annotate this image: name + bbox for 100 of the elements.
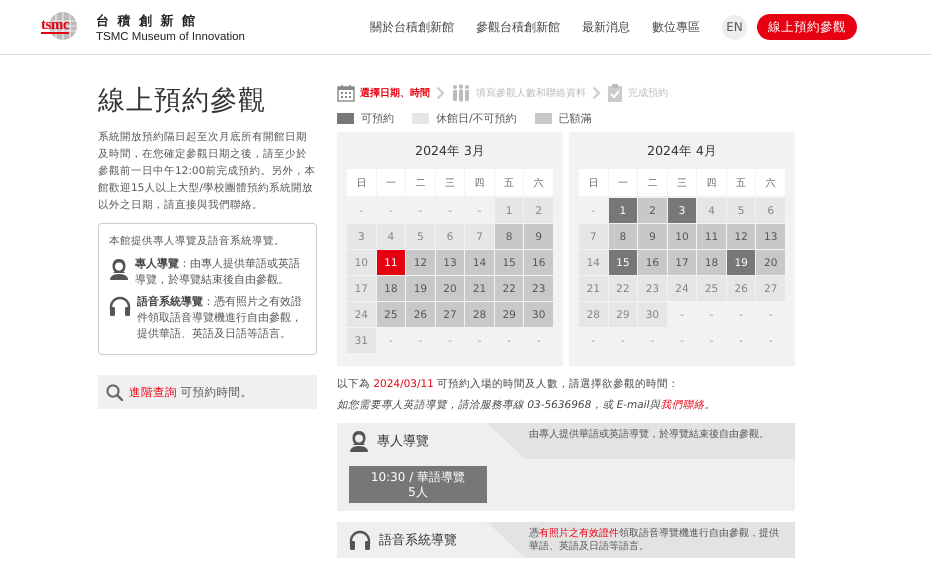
weekday-header: 二 [638, 169, 667, 196]
nav-link[interactable]: 數位專區 [652, 18, 700, 36]
legend-label: 可預約 [361, 111, 394, 126]
intro-paragraph: 系統開放預約隔日起至次月底所有開館日期及時間，在您確定參觀日期之後，請至少於參觀前一日中午12:00前完成預約。另外，本館歡迎15人以上大型/學校團體預約系統開放以外之日期，請直接與我們聯絡。 [98, 130, 316, 213]
calendar-day: 24 [668, 276, 696, 301]
calendar-day: 13 [756, 224, 785, 249]
clipboard-check-icon [607, 84, 623, 102]
calendar-day: 22 [608, 276, 638, 301]
booking-button[interactable]: 線上預約參觀 [757, 14, 857, 40]
calendar-day: 10 [347, 250, 376, 275]
tour-title: 專人導覽 [377, 433, 429, 450]
calendar-day: 21 [579, 276, 608, 301]
calendar-day[interactable]: 1 [608, 198, 638, 223]
calendar-day: 30 [524, 302, 553, 327]
nav-link[interactable]: 關於台積創新館 [370, 18, 454, 36]
calendar-day: 28 [465, 302, 494, 327]
calendar-icon [337, 84, 355, 102]
calendar-day: 4 [376, 224, 406, 249]
calendar-day: 9 [524, 224, 553, 249]
empty-day-dash: - [418, 334, 424, 348]
calendar-day: 14 [465, 250, 494, 275]
empty-day-dash: - [738, 334, 744, 348]
calendar-day: 20 [756, 250, 785, 275]
calendar-day: 16 [638, 250, 667, 275]
calendar-day: 18 [697, 250, 726, 275]
info-heading: 本館提供專人導覽及語音系統導覽。 [109, 234, 286, 249]
time-slot-button[interactable]: 10:30 / 華語導覽 5人 [349, 466, 487, 503]
museum-name-english: TSMC Museum of Innovation [96, 30, 245, 42]
empty-day-dash: - [768, 308, 774, 322]
calendar-day: 17 [668, 250, 696, 275]
advanced-search-link[interactable]: 進階查詢 [129, 384, 177, 398]
empty-day-dash: - [447, 334, 453, 348]
calendar-day: 11 [697, 224, 726, 249]
calendar-day: 28 [579, 302, 608, 327]
calendar-day: 17 [347, 276, 376, 301]
tour-description: 憑有照片之有效證件領取語音導覽機進行自由參觀，提供華語、英語及日語等語言。 [487, 522, 795, 558]
calendar-day: 26 [726, 276, 756, 301]
calendar-day: 8 [608, 224, 638, 249]
calendar-day: 4 [697, 198, 726, 223]
empty-day-dash: - [447, 204, 453, 218]
calendar-day: 9 [638, 224, 667, 249]
weekday-header: 五 [726, 169, 756, 196]
calendar-day[interactable]: 19 [726, 250, 756, 275]
empty-day-dash: - [679, 334, 685, 348]
empty-day-dash: - [388, 204, 394, 218]
weekday-header: 一 [608, 169, 638, 196]
person-icon [349, 430, 369, 452]
calendar-day[interactable]: 3 [668, 198, 696, 223]
calendar-day: 7 [465, 224, 494, 249]
weekday-header: 二 [406, 169, 435, 196]
empty-day-dash: - [590, 334, 596, 348]
language-button[interactable]: EN [722, 14, 747, 40]
empty-day-dash: - [650, 334, 656, 348]
calendar-day: 15 [494, 250, 524, 275]
step-label: 選擇日期、時間 [360, 86, 430, 100]
person-icon [109, 258, 129, 280]
legend-label: 已額滿 [558, 111, 592, 126]
month-title: 2024年 4月 [646, 142, 718, 160]
calendar-day: 25 [697, 276, 726, 301]
calendar-day: 7 [579, 224, 608, 249]
chevron-icon [436, 86, 445, 100]
empty-day-dash: - [620, 334, 626, 348]
headphones-icon [109, 296, 131, 316]
calendar-day: 31 [347, 328, 376, 353]
empty-day-dash: - [679, 308, 685, 322]
calendar-day: 21 [465, 276, 494, 301]
calendar-day: 29 [608, 302, 638, 327]
contact-note: 如您需要專人英語導覽，請洽服務專線 03-5636968，或 E-mail與我們聯絡。 [337, 398, 717, 412]
calendar-day: 5 [726, 198, 756, 223]
calendar-day[interactable]: 15 [608, 250, 638, 275]
nav-link[interactable]: 參觀台積創新館 [476, 18, 560, 36]
weekday-header: 日 [579, 169, 608, 196]
weekday-header: 三 [668, 169, 696, 196]
weekday-header: 一 [376, 169, 406, 196]
calendar-day: 2 [524, 198, 553, 223]
calendar-day: 14 [579, 250, 608, 275]
calendar-day: 23 [524, 276, 553, 301]
tour-description: 語音系統導覽：憑有照片之有效證件領取語音導覽機進行自由參觀，提供華語、英語及日語等語言。 [137, 294, 303, 342]
weekday-header: 六 [524, 169, 553, 196]
calendar-day: 6 [756, 198, 785, 223]
calendar-day: 12 [406, 250, 435, 275]
chevron-icon [592, 86, 601, 100]
calendar-day: 8 [494, 224, 524, 249]
nav-link[interactable]: 最新消息 [582, 18, 630, 36]
calendar-day: 12 [726, 224, 756, 249]
empty-day-dash: - [476, 334, 482, 348]
empty-day-dash: - [768, 334, 774, 348]
calendar-day[interactable]: 11 [376, 250, 406, 275]
tour-title: 語音系統導覽 [379, 532, 457, 549]
calendar-day: 10 [668, 224, 696, 249]
legend-label: 休館日/不可預約 [436, 111, 517, 126]
empty-day-dash: - [738, 308, 744, 322]
calendar-day: 13 [436, 250, 464, 275]
contact-link[interactable]: 我們聯絡 [660, 399, 705, 411]
calendar-day: 6 [436, 224, 464, 249]
weekday-header: 五 [494, 169, 524, 196]
empty-day-dash: - [506, 334, 512, 348]
step-label: 完成預約 [628, 86, 668, 100]
tour-description: 由專人提供華語或英語導覽，於導覽結束後自由參觀。 [487, 423, 795, 459]
weekday-header: 三 [436, 169, 464, 196]
